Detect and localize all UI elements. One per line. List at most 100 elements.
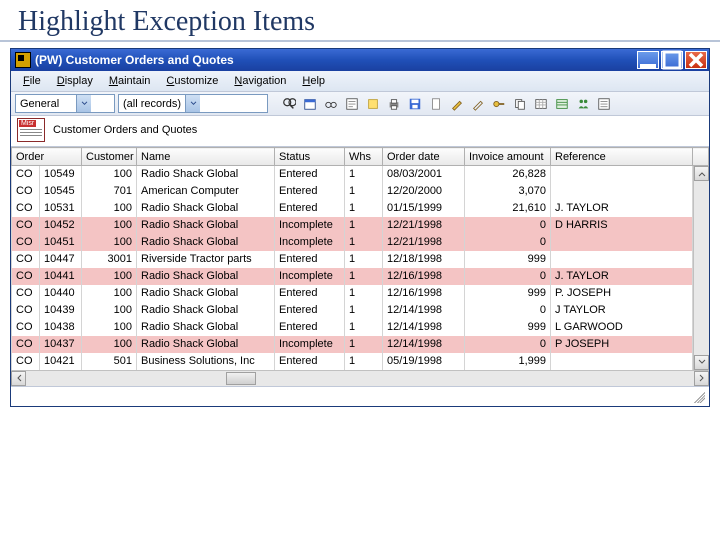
column-headers: Order Customer Name Status Whs Order dat…: [12, 148, 709, 166]
close-button[interactable]: [685, 51, 707, 69]
cell-reference: [551, 234, 693, 251]
list-icon[interactable]: [595, 95, 613, 113]
grid1-icon[interactable]: [532, 95, 550, 113]
scroll-left-icon[interactable]: [11, 371, 26, 386]
col-order[interactable]: Order: [12, 148, 82, 166]
scroll-down-icon[interactable]: [694, 355, 709, 370]
chevron-down-icon[interactable]: [76, 95, 91, 112]
menu-maintain[interactable]: Maintain: [101, 73, 159, 89]
scroll-up-icon[interactable]: [694, 166, 709, 181]
chevron-down-icon[interactable]: [185, 95, 200, 112]
table-row[interactable]: CO10549100Radio Shack GlobalEntered108/0…: [12, 166, 709, 183]
cell-name: Radio Shack Global: [137, 302, 275, 319]
vertical-scrollbar[interactable]: [693, 166, 709, 370]
menu-file[interactable]: File: [15, 73, 49, 89]
cell-ordertype: CO: [12, 183, 40, 200]
app-icon: [15, 52, 31, 68]
table-row[interactable]: CO10452100Radio Shack GlobalIncomplete11…: [12, 217, 709, 234]
table-row[interactable]: CO10421501Business Solutions, IncEntered…: [12, 353, 709, 370]
cell-date: 01/15/1999: [383, 200, 465, 217]
col-name[interactable]: Name: [137, 148, 275, 166]
cell-date: 12/14/1998: [383, 302, 465, 319]
report-icon: Misr: [17, 118, 45, 142]
col-whs[interactable]: Whs: [345, 148, 383, 166]
hscroll-track[interactable]: [26, 371, 694, 386]
cell-date: 05/19/1998: [383, 353, 465, 370]
key-icon[interactable]: [490, 95, 508, 113]
cell-orderno: 10549: [40, 166, 82, 183]
maximize-button[interactable]: [661, 51, 683, 69]
col-reference[interactable]: Reference: [551, 148, 693, 166]
print-icon[interactable]: [385, 95, 403, 113]
grid2-icon[interactable]: [553, 95, 571, 113]
horizontal-scrollbar[interactable]: [11, 370, 709, 386]
glasses-icon[interactable]: [322, 95, 340, 113]
cell-orderno: 10438: [40, 319, 82, 336]
table-row[interactable]: CO104473001Riverside Tractor partsEntere…: [12, 251, 709, 268]
menu-navigation[interactable]: Navigation: [226, 73, 294, 89]
col-invoiceamount[interactable]: Invoice amount: [465, 148, 551, 166]
cell-customer: 100: [82, 200, 137, 217]
cell-whs: 1: [345, 336, 383, 353]
scroll-right-icon[interactable]: [694, 371, 709, 386]
menu-customize[interactable]: Customize: [158, 73, 226, 89]
statusbar: [11, 386, 709, 406]
cell-date: 12/16/1998: [383, 285, 465, 302]
cell-ordertype: CO: [12, 217, 40, 234]
table-row[interactable]: CO10531100Radio Shack GlobalEntered101/1…: [12, 200, 709, 217]
cell-ordertype: CO: [12, 285, 40, 302]
cell-date: 08/03/2001: [383, 166, 465, 183]
cell-reference: D HARRIS: [551, 217, 693, 234]
col-orderdate[interactable]: Order date: [383, 148, 465, 166]
cell-reference: [551, 183, 693, 200]
new-icon[interactable]: [427, 95, 445, 113]
cell-name: Radio Shack Global: [137, 234, 275, 251]
table-row[interactable]: CO10437100Radio Shack GlobalIncomplete11…: [12, 336, 709, 353]
cell-whs: 1: [345, 353, 383, 370]
filter-selector[interactable]: (all records): [118, 94, 268, 113]
subheader: Misr Customer Orders and Quotes: [11, 116, 709, 147]
form-icon[interactable]: [343, 95, 361, 113]
note-icon[interactable]: [364, 95, 382, 113]
cell-date: 12/14/1998: [383, 336, 465, 353]
edit-icon[interactable]: [448, 95, 466, 113]
cell-date: 12/21/1998: [383, 234, 465, 251]
table-row[interactable]: CO10440100Radio Shack GlobalEntered112/1…: [12, 285, 709, 302]
col-scrollspacer: [693, 148, 709, 166]
cell-ordertype: CO: [12, 234, 40, 251]
cell-date: 12/21/1998: [383, 217, 465, 234]
find-icon[interactable]: [280, 95, 298, 113]
hscroll-thumb[interactable]: [226, 372, 256, 385]
col-customer[interactable]: Customer: [82, 148, 137, 166]
menu-display[interactable]: Display: [49, 73, 101, 89]
table-row[interactable]: CO10438100Radio Shack GlobalEntered112/1…: [12, 319, 709, 336]
table-row[interactable]: CO10545701American ComputerEntered112/20…: [12, 183, 709, 200]
view-selector[interactable]: General: [15, 94, 115, 113]
table-row[interactable]: CO10451100Radio Shack GlobalIncomplete11…: [12, 234, 709, 251]
cell-reference: J. TAYLOR: [551, 200, 693, 217]
cell-orderno: 10545: [40, 183, 82, 200]
resize-grip-icon[interactable]: [691, 389, 705, 403]
save-icon[interactable]: [406, 95, 424, 113]
cell-whs: 1: [345, 285, 383, 302]
table-row[interactable]: CO10441100Radio Shack GlobalIncomplete11…: [12, 268, 709, 285]
table-row[interactable]: CO10439100Radio Shack GlobalEntered112/1…: [12, 302, 709, 319]
titlebar: (PW) Customer Orders and Quotes: [11, 49, 709, 71]
col-status[interactable]: Status: [275, 148, 345, 166]
pencil2-icon[interactable]: [469, 95, 487, 113]
cell-amount: 0: [465, 234, 551, 251]
minimize-button[interactable]: [637, 51, 659, 69]
copy-icon[interactable]: [511, 95, 529, 113]
calendar-icon[interactable]: [301, 95, 319, 113]
filter-selector-value: (all records): [119, 98, 185, 110]
cell-customer: 100: [82, 336, 137, 353]
cell-status: Entered: [275, 319, 345, 336]
cell-status: Incomplete: [275, 268, 345, 285]
cell-orderno: 10452: [40, 217, 82, 234]
cell-orderno: 10439: [40, 302, 82, 319]
menu-help[interactable]: Help: [294, 73, 333, 89]
cell-orderno: 10421: [40, 353, 82, 370]
cell-name: Riverside Tractor parts: [137, 251, 275, 268]
people-icon[interactable]: [574, 95, 592, 113]
cell-reference: P. JOSEPH: [551, 285, 693, 302]
